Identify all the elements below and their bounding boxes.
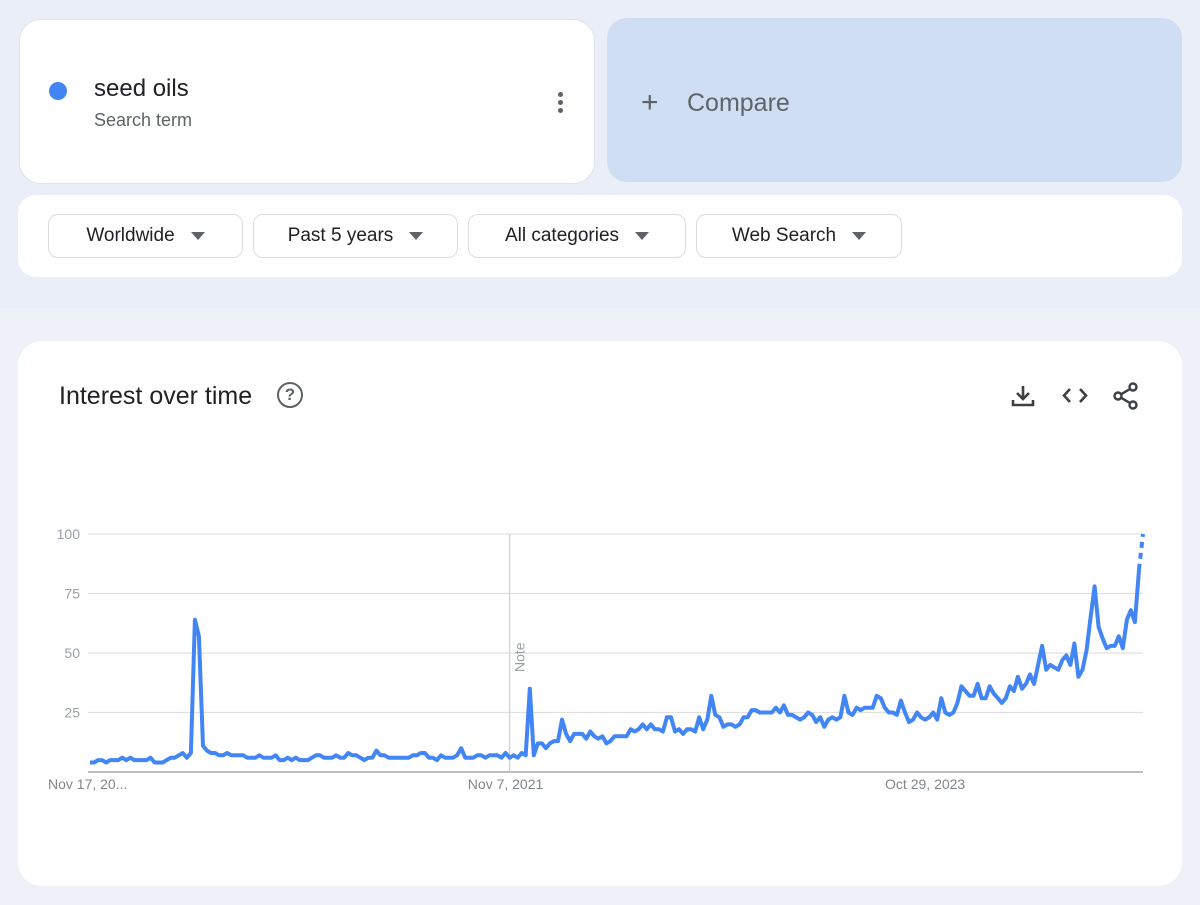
search-type-dropdown-label: Web Search — [731, 225, 837, 246]
more-options-icon[interactable] — [550, 90, 570, 116]
chart-title: Interest over time — [59, 382, 253, 410]
region-dropdown-label: Worldwide — [86, 225, 175, 246]
filter-bar: Worldwide Past 5 years All categories We… — [18, 195, 1182, 277]
time-range-dropdown[interactable]: Past 5 years — [253, 214, 458, 258]
caret-down-icon — [190, 232, 205, 240]
caret-down-icon — [409, 232, 424, 240]
search-term-type: Search term — [94, 110, 193, 130]
plus-icon: + — [641, 86, 659, 119]
time-range-dropdown-label: Past 5 years — [287, 225, 394, 246]
search-type-dropdown[interactable]: Web Search — [696, 214, 902, 258]
series-color-dot — [49, 82, 67, 100]
caret-down-icon — [635, 232, 650, 240]
interest-over-time-card: Interest over time ? — [18, 341, 1182, 886]
download-icon[interactable] — [1009, 381, 1037, 411]
search-term-card[interactable]: seed oils Search term — [19, 19, 595, 184]
caret-down-icon — [852, 232, 867, 240]
compare-label: Compare — [687, 89, 790, 117]
category-dropdown-label: All categories — [504, 225, 620, 246]
category-dropdown[interactable]: All categories — [468, 214, 686, 258]
compare-button[interactable]: + Compare — [607, 18, 1182, 182]
embed-code-icon[interactable] — [1061, 381, 1089, 411]
search-term-label: seed oils — [94, 75, 189, 102]
share-icon[interactable] — [1112, 381, 1140, 411]
help-icon[interactable]: ? — [277, 382, 303, 408]
region-dropdown[interactable]: Worldwide — [48, 214, 243, 258]
